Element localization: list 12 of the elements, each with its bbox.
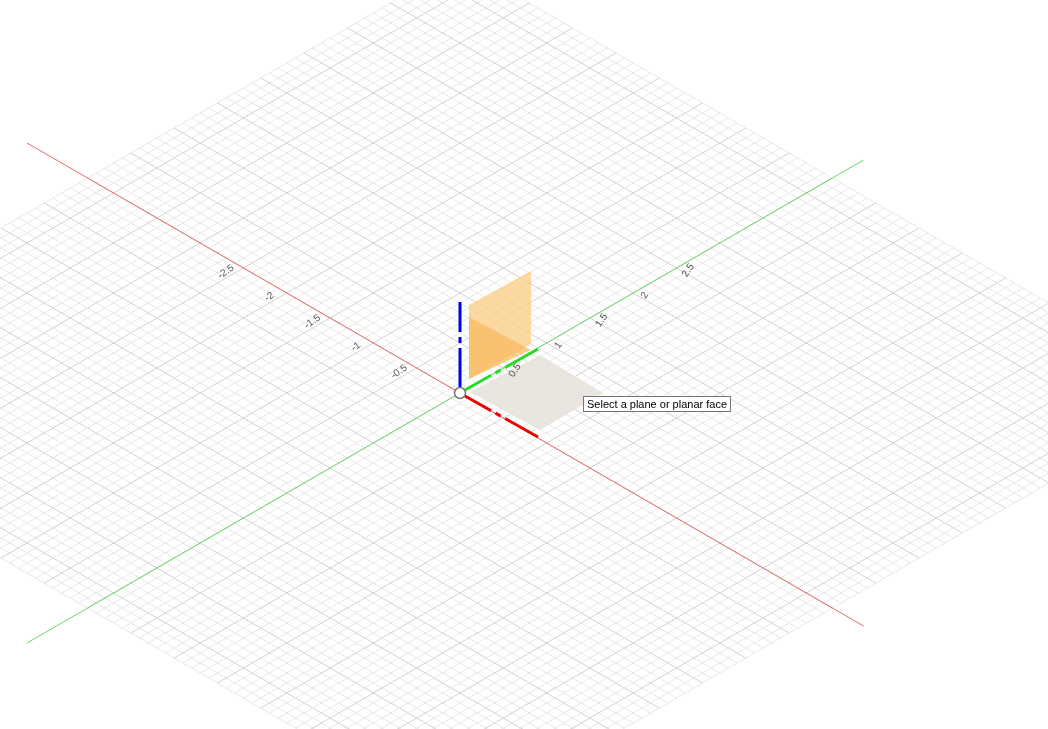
axis-tick-label: 1.5 xyxy=(592,311,610,329)
origin-icon[interactable] xyxy=(453,386,467,400)
axis-tick-label: 2.5 xyxy=(679,261,697,279)
axis-tick-label: 0.5 xyxy=(505,361,523,379)
axis-tick-label: 2 xyxy=(638,289,651,301)
axis-tick-label: -0.5 xyxy=(388,361,409,381)
axis-tick-label: 1 xyxy=(551,339,564,351)
tooltip: Select a plane or planar face xyxy=(583,396,732,412)
axis-tick-label: -1.5 xyxy=(301,311,323,331)
axis-tick-label: -1 xyxy=(348,339,363,354)
axis-tick-label: -2 xyxy=(262,289,276,304)
axis-tick-label: -2.5 xyxy=(215,261,236,281)
